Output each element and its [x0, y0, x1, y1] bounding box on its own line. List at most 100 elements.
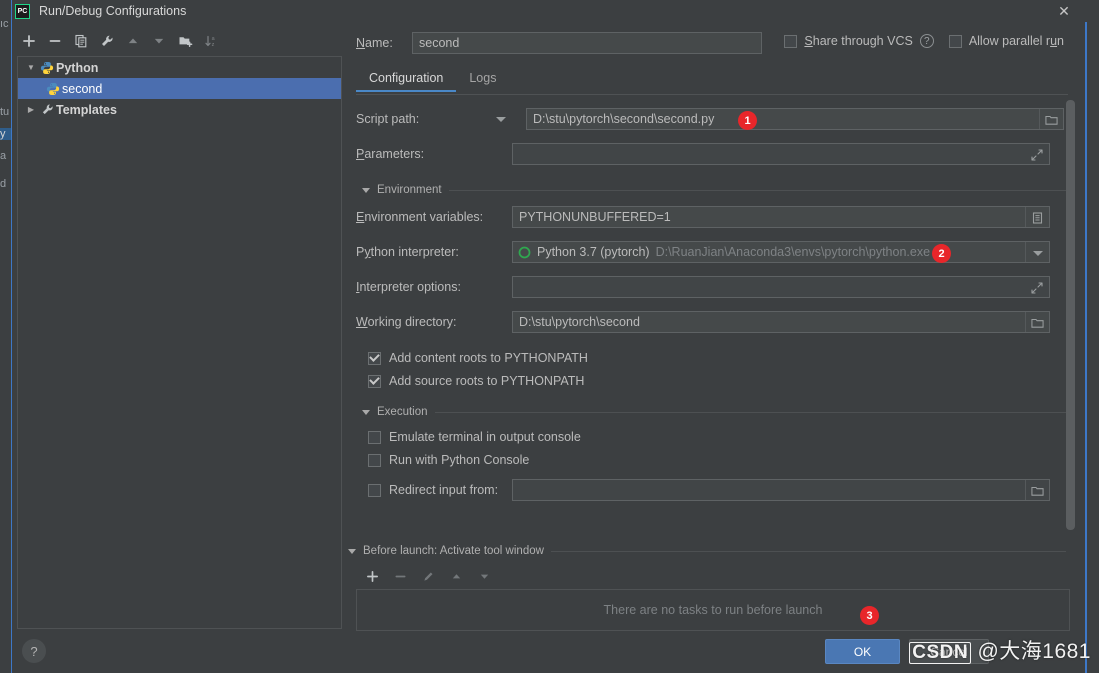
python-icon: [44, 82, 62, 96]
working-directory-label: Working directory:: [356, 315, 457, 329]
new-folder-button[interactable]: [173, 30, 197, 52]
expand-icon[interactable]: [1025, 277, 1049, 297]
folder-icon[interactable]: [1039, 109, 1063, 129]
run-debug-configurations-dialog: PC Run/Debug Configurations ✕ a z ▼ Pyth…: [12, 0, 1087, 673]
parameters-row: Parameters:: [356, 143, 1068, 165]
add-content-roots-row[interactable]: Add content roots to PYTHONPATH: [368, 348, 588, 368]
script-path-value: D:\stu\pytorch\second\second.py: [533, 112, 715, 126]
remove-task-button[interactable]: [388, 565, 412, 587]
edit-templates-button[interactable]: [95, 30, 119, 52]
chevron-right-icon[interactable]: ▶: [24, 105, 38, 114]
tree-item-label: Python: [56, 60, 99, 75]
run-with-python-console-row[interactable]: Run with Python Console: [368, 450, 529, 470]
configuration-form: Script path: D:\stu\pytorch\second\secon…: [356, 102, 1068, 554]
screen: ıc tu y a d PC Run/Debug Configurations …: [0, 0, 1099, 673]
annotation-badge-3: 3: [860, 606, 879, 625]
annotation-badge-1: 1: [738, 111, 757, 130]
python-interpreter-value: Python 3.7 (pytorch): [537, 245, 650, 259]
section-divider: [434, 411, 1068, 413]
parameters-field[interactable]: [512, 143, 1050, 165]
bg-fragment: d: [0, 178, 7, 190]
ok-button[interactable]: OK: [825, 639, 900, 664]
collapse-execution-icon[interactable]: [362, 409, 370, 415]
add-task-button[interactable]: [360, 565, 384, 587]
interpreter-options-field[interactable]: [512, 276, 1050, 298]
run-with-python-console-checkbox[interactable]: [368, 453, 381, 467]
configurations-tree[interactable]: ▼ Python second ▶ Templates: [17, 56, 342, 629]
add-content-roots-checkbox[interactable]: [368, 351, 381, 365]
expand-icon[interactable]: [1025, 144, 1049, 164]
tab-configuration[interactable]: Configuration: [356, 68, 457, 92]
share-through-vcs-label[interactable]: Share through VCS: [804, 34, 912, 48]
script-path-row: Script path: D:\stu\pytorch\second\secon…: [356, 108, 1068, 130]
script-path-field[interactable]: D:\stu\pytorch\second\second.py: [526, 108, 1064, 130]
collapse-before-launch-icon[interactable]: [348, 548, 356, 554]
configuration-panel: Name: Share through VCS ? Allow parallel…: [348, 24, 1076, 624]
move-up-button[interactable]: [121, 30, 145, 52]
section-divider: [448, 189, 1068, 191]
name-input[interactable]: [412, 32, 762, 54]
add-source-roots-label[interactable]: Add source roots to PYTHONPATH: [389, 374, 584, 388]
execution-section-title: Execution: [377, 406, 428, 418]
content-scrollbar[interactable]: [1066, 100, 1075, 578]
question-mark-icon[interactable]: ?: [919, 34, 934, 48]
add-configuration-button[interactable]: [17, 30, 41, 52]
copy-configuration-button[interactable]: [69, 30, 93, 52]
before-launch-header: Before launch: Activate tool window: [348, 543, 1066, 559]
python-icon: [38, 61, 56, 75]
redirect-input-checkbox[interactable]: [368, 483, 381, 497]
working-directory-field[interactable]: D:\stu\pytorch\second: [512, 311, 1050, 333]
bg-fragment: tu: [0, 106, 10, 118]
task-move-up-button[interactable]: [444, 565, 468, 587]
emulate-terminal-row[interactable]: Emulate terminal in output console: [368, 427, 581, 447]
list-edit-icon[interactable]: [1025, 207, 1049, 227]
section-divider: [550, 550, 1066, 552]
collapse-environment-icon[interactable]: [362, 187, 370, 193]
allow-parallel-run-label[interactable]: Allow parallel run: [969, 34, 1064, 48]
environment-variables-label: Environment variables:: [356, 210, 484, 224]
emulate-terminal-checkbox[interactable]: [368, 430, 381, 444]
script-path-label: Script path:: [356, 112, 420, 126]
help-button[interactable]: ?: [22, 639, 46, 663]
folder-icon[interactable]: [1025, 312, 1049, 332]
dialog-options-row: Share through VCS ? Allow parallel run: [784, 34, 1064, 48]
add-content-roots-label[interactable]: Add content roots to PYTHONPATH: [389, 351, 588, 365]
tree-item-second[interactable]: second: [18, 78, 341, 99]
redirect-input-field[interactable]: [512, 479, 1050, 501]
task-move-down-button[interactable]: [472, 565, 496, 587]
python-interpreter-combo[interactable]: Python 3.7 (pytorch) D:\RuanJian\Anacond…: [512, 241, 1050, 263]
run-with-python-console-label[interactable]: Run with Python Console: [389, 453, 529, 467]
move-down-button[interactable]: [147, 30, 171, 52]
tree-item-label: second: [62, 81, 103, 96]
tree-item-python[interactable]: ▼ Python: [18, 57, 341, 78]
environment-variables-field[interactable]: PYTHONUNBUFFERED=1: [512, 206, 1050, 228]
execution-section-header: Execution: [362, 404, 1068, 420]
dialog-titlebar: PC Run/Debug Configurations ✕: [12, 0, 1087, 22]
redirect-input-label[interactable]: Redirect input from:: [389, 483, 498, 497]
close-icon[interactable]: ✕: [1049, 0, 1079, 22]
before-launch-toolbar: [360, 565, 496, 587]
folder-icon[interactable]: [1025, 480, 1049, 500]
edit-task-button[interactable]: [416, 565, 440, 587]
wrench-icon: [38, 103, 56, 116]
before-launch-task-list[interactable]: There are no tasks to run before launch: [356, 589, 1070, 631]
allow-parallel-run-checkbox[interactable]: [948, 34, 962, 48]
interpreter-options-label: Interpreter options:: [356, 280, 461, 294]
sort-alphabetically-button[interactable]: a z: [199, 30, 223, 52]
add-source-roots-checkbox[interactable]: [368, 374, 381, 388]
cancel-button[interactable]: Cancel: [909, 639, 989, 664]
svg-text:z: z: [211, 42, 214, 48]
remove-configuration-button[interactable]: [43, 30, 67, 52]
add-source-roots-row[interactable]: Add source roots to PYTHONPATH: [368, 371, 584, 391]
chevron-down-icon[interactable]: [1025, 242, 1049, 262]
redirect-input-row[interactable]: Redirect input from:: [368, 480, 498, 500]
scrollbar-thumb[interactable]: [1066, 100, 1075, 530]
name-row: Name:: [356, 32, 762, 54]
tree-item-templates[interactable]: ▶ Templates: [18, 99, 341, 120]
chevron-down-icon[interactable]: ▼: [24, 63, 38, 72]
share-through-vcs-checkbox[interactable]: [784, 34, 798, 48]
python-interpreter-row: Python interpreter: Python 3.7 (pytorch)…: [356, 241, 1068, 263]
script-path-mode-chevron-down-icon[interactable]: [490, 108, 512, 130]
tab-logs[interactable]: Logs: [456, 68, 509, 91]
emulate-terminal-label[interactable]: Emulate terminal in output console: [389, 430, 581, 444]
